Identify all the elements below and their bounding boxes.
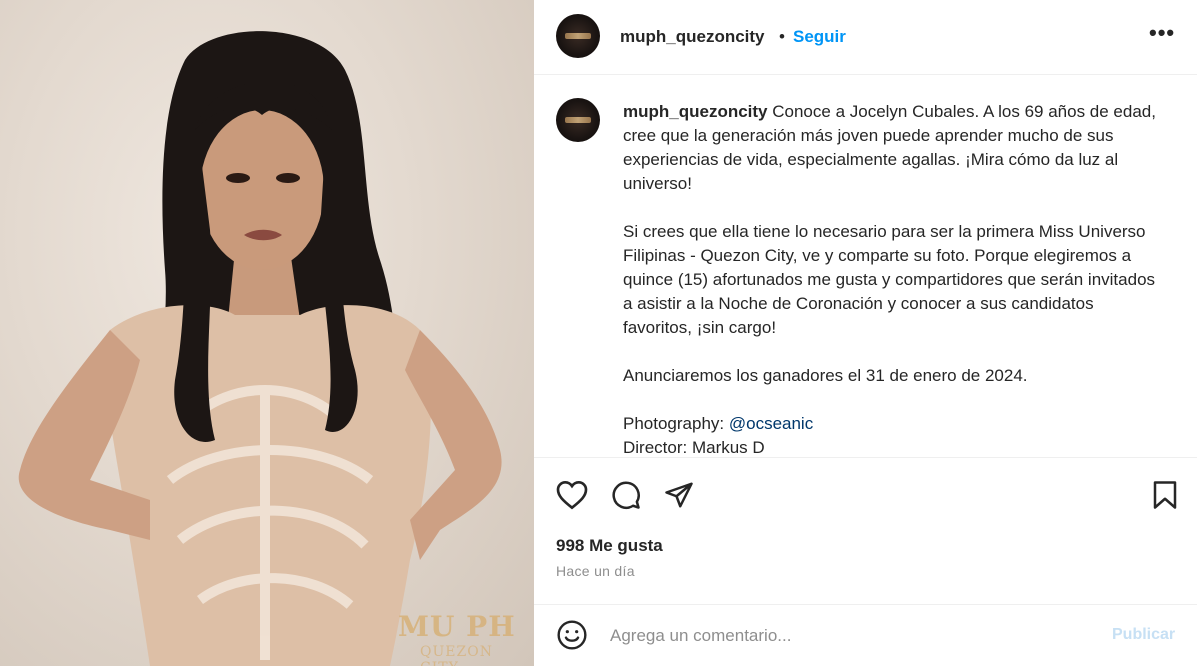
director-credit: Director: Markus D <box>623 438 765 457</box>
header-username[interactable]: muph_quezoncity <box>620 27 765 47</box>
caption-username[interactable]: muph_quezoncity <box>623 102 768 121</box>
post-image[interactable]: MU PH QUEZON CITY <box>0 0 534 666</box>
comment-input[interactable] <box>610 623 1090 649</box>
divider <box>534 457 1197 458</box>
send-icon[interactable] <box>663 480 695 515</box>
more-options-icon[interactable]: ••• <box>1149 20 1175 46</box>
caption-text: muph_quezoncity Conoce a Jocelyn Cubales… <box>623 100 1163 457</box>
avatar[interactable] <box>556 14 600 58</box>
heart-icon[interactable] <box>556 480 588 515</box>
comment-bar: Publicar <box>534 604 1197 666</box>
action-bar <box>534 474 1197 514</box>
publish-button[interactable]: Publicar <box>1112 626 1175 644</box>
bookmark-icon[interactable] <box>1151 480 1179 515</box>
caption-area: muph_quezoncity Conoce a Jocelyn Cubales… <box>534 76 1197 457</box>
likes-count[interactable]: 998 Me gusta <box>556 536 663 556</box>
watermark-logo: MU PH <box>398 610 516 643</box>
caption-paragraph-3: Anunciaremos los ganadores el 31 de ener… <box>623 366 1028 385</box>
post-details-panel: muph_quezoncity • Seguir ••• muph_quezon… <box>534 0 1197 666</box>
emoji-icon[interactable] <box>556 619 588 656</box>
comment-icon[interactable] <box>610 480 642 515</box>
credit-label: Photography: <box>623 414 729 433</box>
post-header: muph_quezoncity • Seguir ••• <box>534 0 1197 75</box>
photography-credit: Photography: @ocseanic <box>623 412 1163 436</box>
portrait-illustration <box>18 31 502 666</box>
caption-paragraph-2: Si crees que ella tiene lo necesario par… <box>623 222 1156 337</box>
photographer-link[interactable]: @ocseanic <box>729 414 813 433</box>
separator-dot: • <box>779 27 785 46</box>
caption-avatar[interactable] <box>556 98 600 142</box>
post-timestamp: Hace un día <box>556 563 635 579</box>
watermark-subtitle: QUEZON CITY <box>420 644 493 666</box>
follow-button[interactable]: Seguir <box>793 27 846 47</box>
